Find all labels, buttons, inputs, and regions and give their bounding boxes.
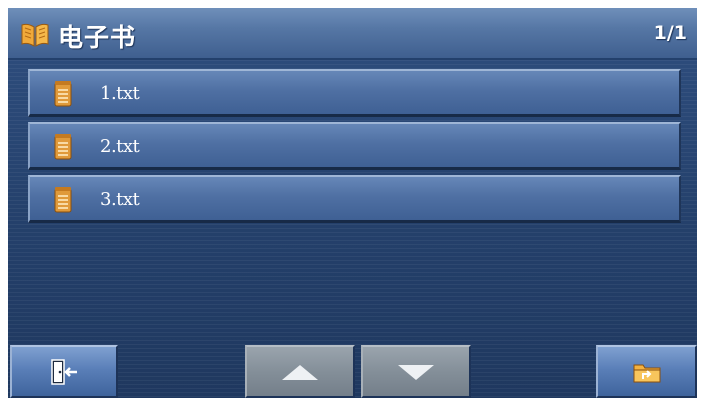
- file-list-item[interactable]: 2.txt: [28, 122, 681, 170]
- text-file-icon: [54, 187, 72, 213]
- ebook-screen: 电子书 1/1 1.txt 2.txt 3.txt: [8, 8, 697, 398]
- page-title: 电子书: [58, 23, 137, 52]
- text-file-icon: [54, 134, 72, 160]
- scroll-down-button[interactable]: [361, 345, 471, 398]
- file-name: 3.txt: [100, 189, 140, 210]
- file-name: 2.txt: [100, 136, 140, 157]
- exit-button[interactable]: [10, 345, 118, 398]
- file-list-item[interactable]: 3.txt: [28, 175, 681, 223]
- title-bar: 电子书 1/1: [8, 8, 697, 60]
- open-book-icon: [21, 23, 49, 47]
- text-file-icon: [54, 81, 72, 107]
- file-list-item[interactable]: 1.txt: [28, 69, 681, 117]
- parent-folder-button[interactable]: [596, 345, 697, 398]
- page-counter: 1/1: [653, 22, 687, 44]
- arrow-up-icon: [282, 364, 318, 380]
- exit-door-icon: [51, 358, 77, 385]
- file-name: 1.txt: [100, 83, 140, 104]
- folder-up-icon: [633, 364, 660, 382]
- arrow-down-icon: [398, 364, 434, 380]
- scroll-up-button[interactable]: [245, 345, 355, 398]
